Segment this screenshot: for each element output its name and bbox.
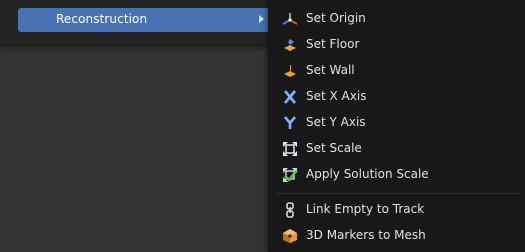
menu-item-reconstruction-label: Reconstruction (56, 12, 148, 26)
y-axis-icon (282, 115, 298, 131)
set-floor-label: Set Floor (306, 37, 360, 51)
reconstruction-submenu: Set Origin Set Floor Set Wall Set X Axis (268, 0, 525, 252)
menu-item-set-origin[interactable]: Set Origin (268, 7, 525, 31)
submenu-arrow-icon (259, 15, 264, 23)
menu-separator (276, 193, 520, 194)
set-x-axis-label: Set X Axis (306, 89, 367, 103)
menu-item-set-y-axis[interactable]: Set Y Axis (268, 111, 525, 135)
menu-item-link-empty-to-track[interactable]: Link Empty to Track (268, 198, 525, 222)
markers-mesh-icon (282, 228, 298, 244)
x-axis-icon (282, 89, 298, 105)
link-chain-icon (282, 202, 298, 218)
apply-scale-icon (282, 167, 298, 183)
menu-item-set-wall[interactable]: Set Wall (268, 59, 525, 83)
menu-item-set-x-axis[interactable]: Set X Axis (268, 85, 525, 109)
3d-markers-to-mesh-label: 3D Markers to Mesh (306, 228, 426, 242)
floor-plane-icon (282, 37, 298, 53)
set-wall-label: Set Wall (306, 63, 355, 77)
link-empty-to-track-label: Link Empty to Track (306, 202, 425, 216)
menu-item-set-scale[interactable]: Set Scale (268, 137, 525, 161)
parent-menu: Reconstruction (0, 0, 277, 45)
apply-solution-scale-label: Apply Solution Scale (306, 167, 429, 181)
scale-icon (282, 141, 298, 157)
wall-plane-icon (282, 63, 298, 79)
set-origin-label: Set Origin (306, 11, 366, 25)
menu-item-reconstruction[interactable]: Reconstruction (18, 8, 274, 32)
menu-item-set-floor[interactable]: Set Floor (268, 33, 525, 57)
set-y-axis-label: Set Y Axis (306, 115, 366, 129)
menu-item-3d-markers-to-mesh[interactable]: 3D Markers to Mesh (268, 224, 525, 248)
menu-item-apply-solution-scale[interactable]: Apply Solution Scale (268, 163, 525, 187)
origin-axes-icon (282, 11, 298, 27)
set-scale-label: Set Scale (306, 141, 362, 155)
